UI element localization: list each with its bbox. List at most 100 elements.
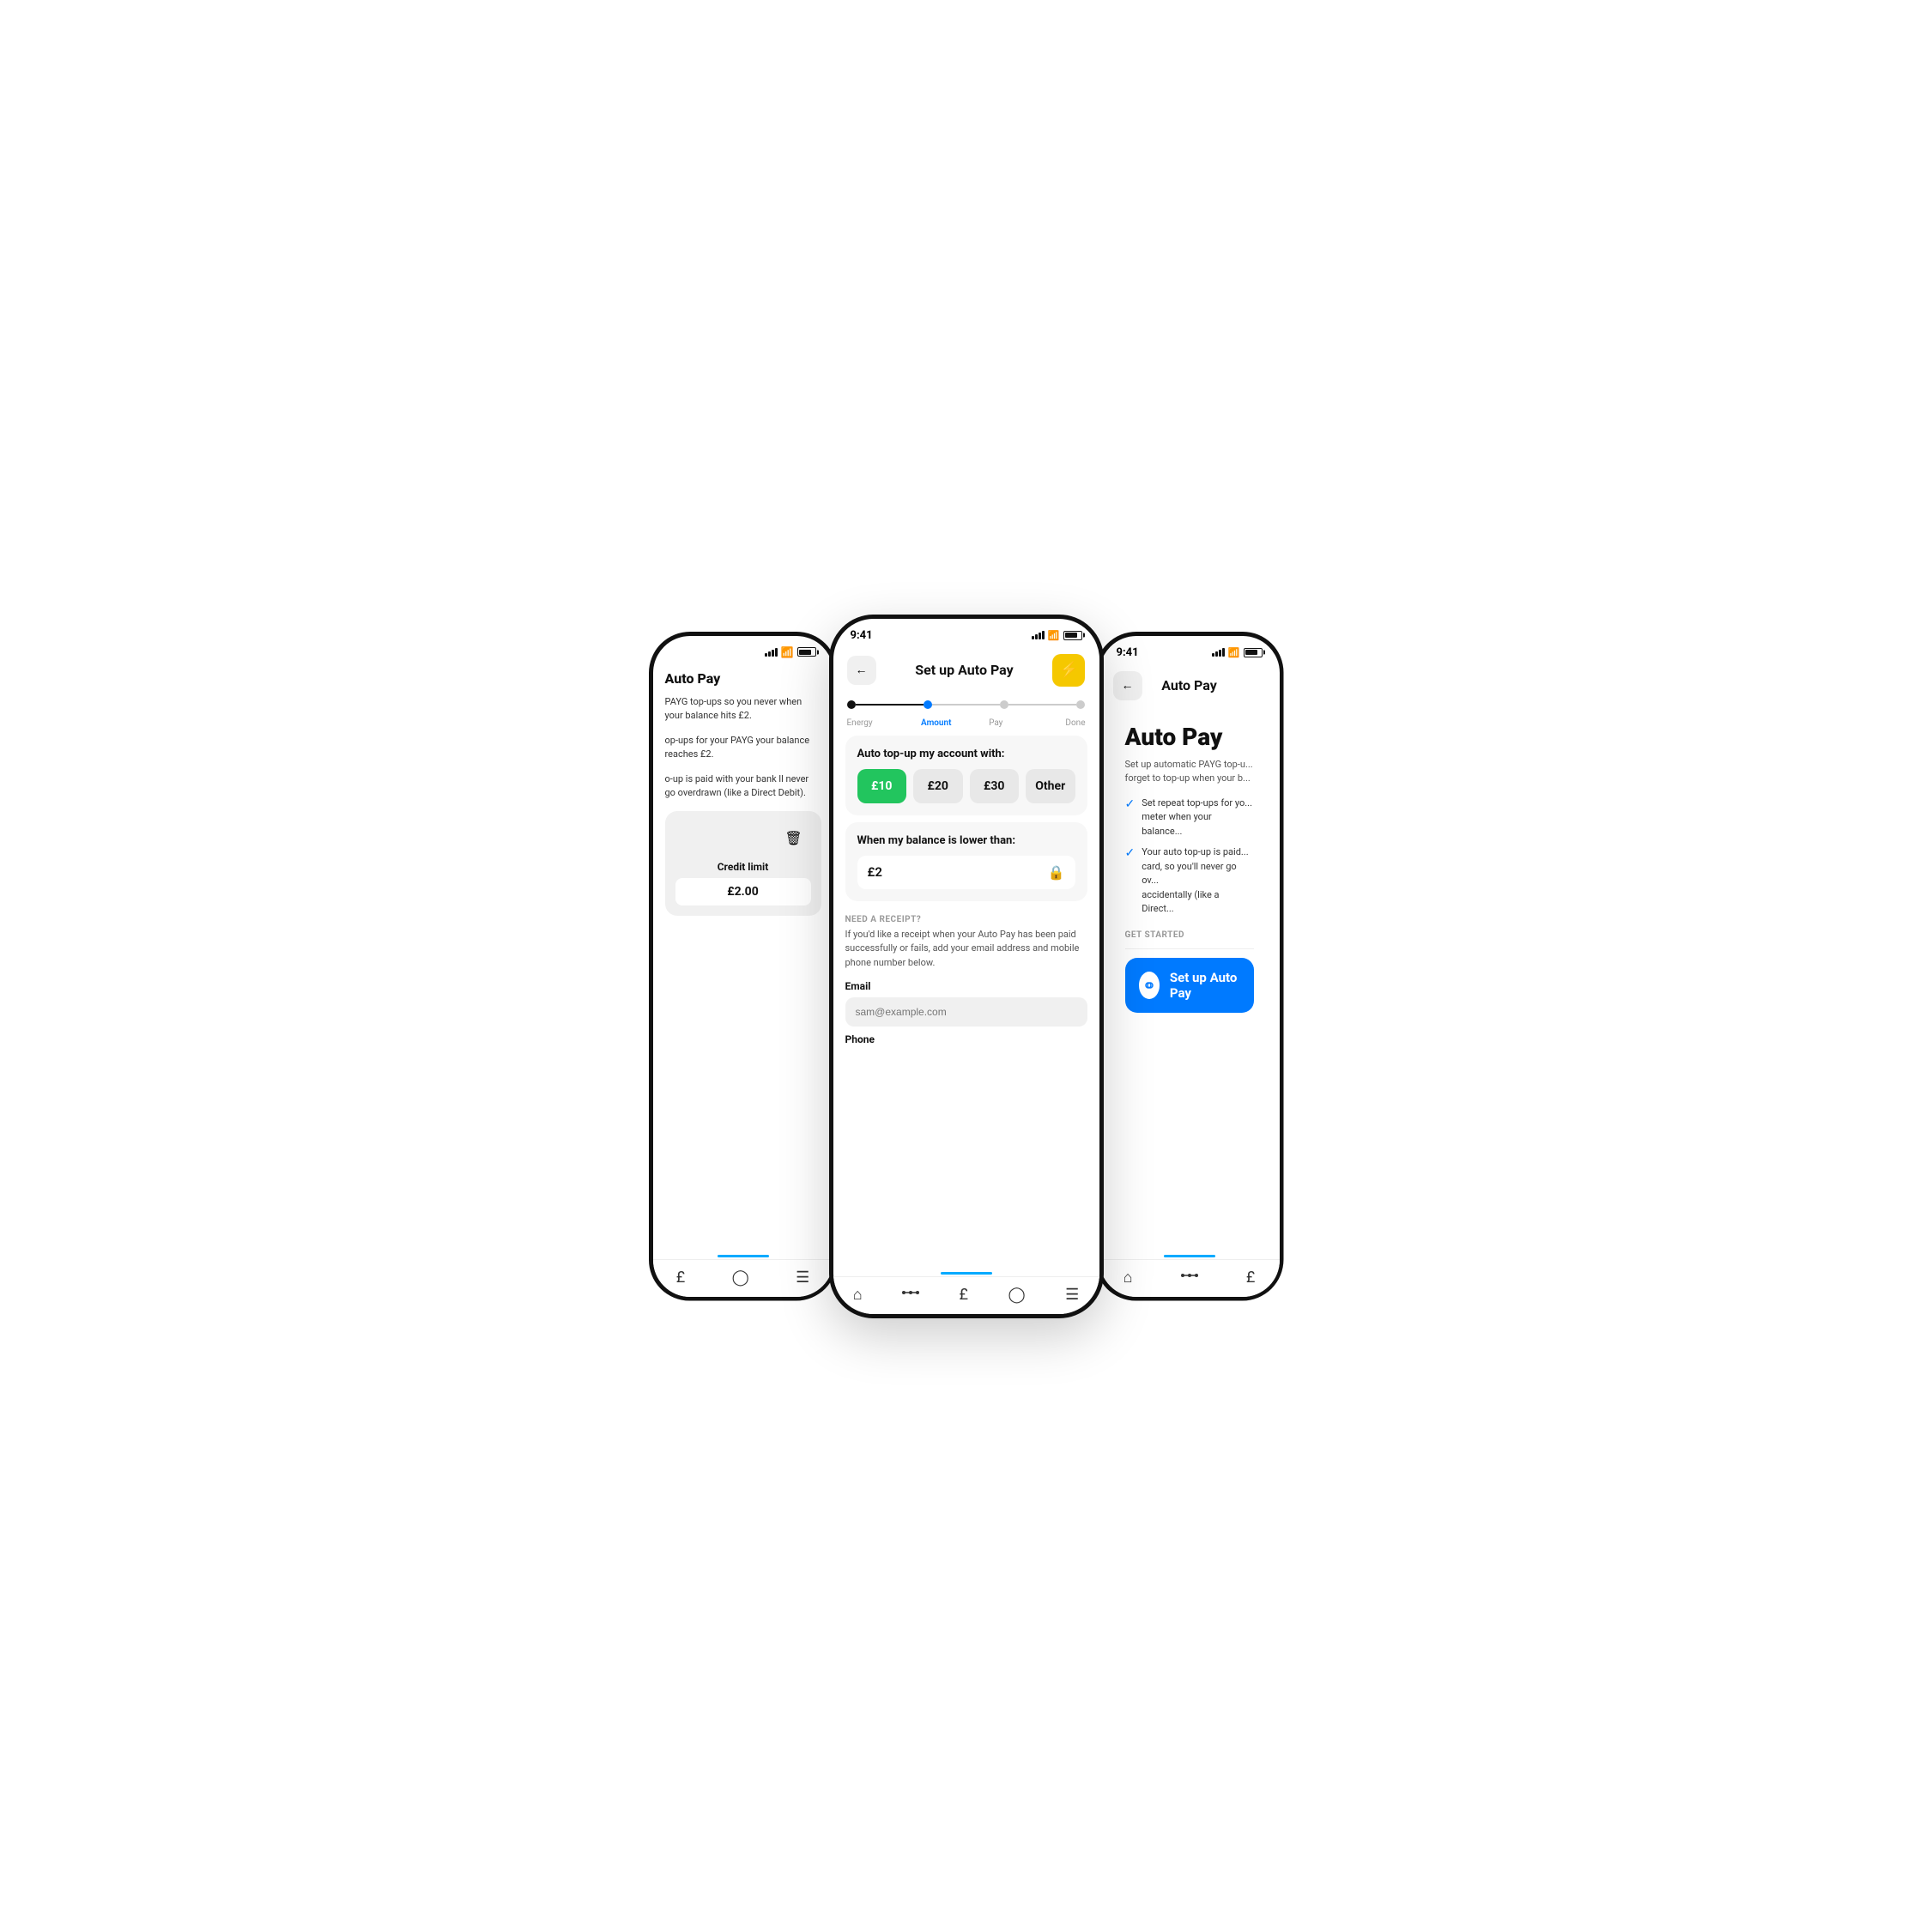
- home-icon-center: ⌂: [853, 1286, 863, 1304]
- left-content: Auto Pay PAYG top-ups so you never when …: [653, 662, 833, 1255]
- checkmark-icon-2: ✓: [1125, 846, 1136, 860]
- left-desc-1: PAYG top-ups so you never when your bala…: [665, 695, 821, 724]
- amount-btn-20[interactable]: £20: [913, 769, 963, 803]
- credit-limit-label: Credit limit: [718, 861, 769, 873]
- back-arrow-icon-right: ←: [1122, 678, 1134, 693]
- signal-icon: [765, 648, 778, 657]
- stepper-container: Energy Amount Pay Done: [833, 693, 1099, 729]
- nav-indicator-right: [1164, 1255, 1215, 1257]
- signal-icon-right: [1212, 648, 1225, 657]
- credit-limit-value: £2.00: [675, 878, 811, 905]
- right-scroll-content: Auto Pay Set up automatic PAYG top-u... …: [1099, 707, 1280, 1255]
- nav-item-pay-left[interactable]: £: [676, 1269, 685, 1287]
- home-icon-right: ⌂: [1123, 1269, 1133, 1287]
- nav-item-menu-left[interactable]: ☰: [796, 1269, 809, 1287]
- nav-bar-right: ⌂ £: [1099, 1259, 1280, 1297]
- nav-bar-center: ⌂ £ ◯ ☰: [833, 1276, 1099, 1314]
- pay-icon-right: £: [1246, 1269, 1255, 1287]
- pay-icon-left: £: [676, 1269, 685, 1287]
- lightning-button[interactable]: ⚡: [1052, 654, 1085, 687]
- nav-indicator-center: [941, 1272, 992, 1275]
- email-label: Email: [845, 980, 1087, 992]
- balance-card: When my balance is lower than: £2 🔒: [845, 822, 1087, 901]
- activity-icon-right: [1181, 1269, 1198, 1285]
- amount-btn-30[interactable]: £30: [970, 769, 1020, 803]
- signal-icon-center: [1032, 631, 1045, 639]
- receipt-label: NEED A RECEIPT?: [833, 908, 1099, 928]
- nav-indicator-left: [718, 1255, 769, 1257]
- battery-icon-center: [1063, 631, 1082, 640]
- check-list: ✓ Set repeat top-ups for yo...meter when…: [1125, 796, 1254, 917]
- left-page-title: Auto Pay: [665, 670, 821, 687]
- phone-label: Phone: [845, 1033, 1087, 1045]
- amount-btn-30-label: £30: [984, 779, 1004, 793]
- scroll-content: Auto top-up my account with: £10 £20 £30…: [833, 729, 1099, 1272]
- setup-autopay-button[interactable]: Set up Auto Pay: [1125, 958, 1254, 1013]
- back-button-center[interactable]: ←: [847, 656, 876, 685]
- amount-grid: £10 £20 £30 Other: [857, 769, 1075, 803]
- receipt-desc: If you'd like a receipt when your Auto P…: [833, 928, 1099, 978]
- balance-card-title: When my balance is lower than:: [857, 834, 1075, 847]
- lightning-icon: ⚡: [1059, 661, 1078, 679]
- amount-btn-other-label: Other: [1035, 779, 1065, 793]
- center-phone: 9:41 📶 ← Set up Auto Pay ⚡: [829, 615, 1104, 1318]
- nav-item-activity-right[interactable]: [1181, 1269, 1198, 1285]
- status-bar-right: 9:41 📶: [1099, 636, 1280, 663]
- left-desc-2: op-ups for your PAYG your balance reache…: [665, 734, 821, 762]
- menu-icon-left: ☰: [796, 1269, 809, 1287]
- pay-icon-center: £: [960, 1286, 968, 1304]
- help-icon-left: ◯: [732, 1269, 749, 1287]
- lock-icon: 🔒: [1048, 864, 1065, 881]
- balance-value: £2: [868, 864, 882, 880]
- check-text-2: Your auto top-up is paid...card, so you'…: [1142, 845, 1253, 917]
- delete-button[interactable]: 🗑: [777, 821, 811, 856]
- nav-item-help-center[interactable]: ◯: [1008, 1286, 1025, 1304]
- nav-item-activity-center[interactable]: [902, 1287, 919, 1302]
- amount-card: Auto top-up my account with: £10 £20 £30…: [845, 736, 1087, 815]
- email-input[interactable]: [845, 997, 1087, 1027]
- amount-btn-20-label: £20: [928, 779, 948, 793]
- activity-icon-center: [902, 1287, 919, 1302]
- check-text-1: Set repeat top-ups for yo...meter when y…: [1142, 796, 1253, 839]
- nav-bar-left: £ ◯ ☰: [653, 1259, 833, 1297]
- divider: [1125, 948, 1254, 949]
- step-label-pay: Pay: [989, 718, 1002, 728]
- nav-item-help-left[interactable]: ◯: [732, 1269, 749, 1287]
- check-item-1: ✓ Set repeat top-ups for yo...meter when…: [1125, 796, 1254, 839]
- right-description: Set up automatic PAYG top-u... forget to…: [1125, 758, 1254, 786]
- right-phone: 9:41 📶 ← Auto Pay: [1095, 632, 1284, 1301]
- wifi-icon: 📶: [781, 646, 794, 658]
- trash-icon: 🗑: [784, 830, 802, 846]
- nav-item-home-right[interactable]: ⌂: [1123, 1269, 1133, 1287]
- get-started-label: GET STARTED: [1125, 930, 1254, 940]
- nav-item-pay-center[interactable]: £: [960, 1286, 968, 1304]
- right-desc-text: Set up automatic PAYG top-u... forget to…: [1125, 759, 1253, 784]
- check-item-2: ✓ Your auto top-up is paid...card, so yo…: [1125, 845, 1254, 917]
- amount-btn-10-label: £10: [871, 779, 892, 793]
- right-header-title: Auto Pay: [1161, 677, 1217, 693]
- left-phone: 📶 Auto Pay PAYG top-ups so you never whe…: [649, 632, 838, 1301]
- balance-row: £2 🔒: [857, 856, 1075, 889]
- center-header-title: Set up Auto Pay: [915, 662, 1013, 678]
- amount-card-title: Auto top-up my account with:: [857, 748, 1075, 760]
- wifi-icon-center: 📶: [1048, 630, 1060, 641]
- step-label-amount: Amount: [921, 718, 951, 728]
- back-arrow-icon-center: ←: [856, 663, 868, 677]
- menu-icon-center: ☰: [1065, 1286, 1079, 1304]
- status-time-right: 9:41: [1117, 646, 1139, 659]
- header-bar-right: ← Auto Pay: [1099, 663, 1280, 707]
- phone-form-group: Phone: [833, 1030, 1099, 1054]
- amount-btn-other[interactable]: Other: [1026, 769, 1075, 803]
- header-bar-center: ← Set up Auto Pay ⚡: [833, 645, 1099, 693]
- wifi-icon-right: 📶: [1228, 647, 1240, 658]
- step-label-energy: Energy: [847, 718, 873, 728]
- back-button-right[interactable]: ←: [1113, 671, 1142, 700]
- credit-card: 🗑 Credit limit £2.00: [665, 811, 821, 916]
- battery-icon-right: [1244, 648, 1263, 657]
- status-bar-left: 📶: [653, 636, 833, 662]
- amount-btn-10[interactable]: £10: [857, 769, 907, 803]
- nav-item-pay-right[interactable]: £: [1246, 1269, 1255, 1287]
- nav-item-home-center[interactable]: ⌂: [853, 1286, 863, 1304]
- battery-icon: [797, 647, 816, 657]
- nav-item-menu-center[interactable]: ☰: [1065, 1286, 1079, 1304]
